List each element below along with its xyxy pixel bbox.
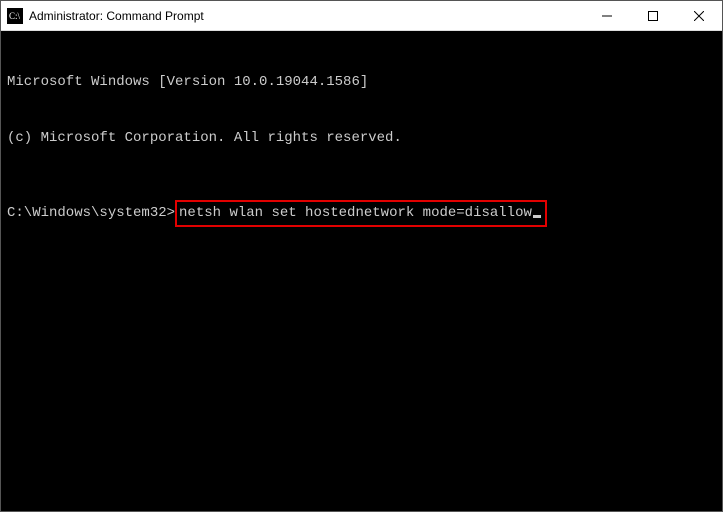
typed-command: netsh wlan set hostednetwork mode=disall… (179, 205, 532, 221)
prompt-path: C:\Windows\system32> (7, 204, 175, 223)
minimize-button[interactable] (584, 1, 630, 30)
close-button[interactable] (676, 1, 722, 30)
text-cursor (533, 215, 541, 218)
banner-line: Microsoft Windows [Version 10.0.19044.15… (7, 73, 716, 92)
maximize-button[interactable] (630, 1, 676, 30)
copyright-line: (c) Microsoft Corporation. All rights re… (7, 129, 716, 148)
window-controls (584, 1, 722, 30)
command-highlight-box: netsh wlan set hostednetwork mode=disall… (175, 200, 547, 227)
terminal-area[interactable]: Microsoft Windows [Version 10.0.19044.15… (1, 31, 722, 511)
prompt-line: C:\Windows\system32>netsh wlan set hoste… (7, 200, 716, 227)
titlebar[interactable]: C:\ Administrator: Command Prompt (1, 1, 722, 31)
svg-text:C:\: C:\ (9, 11, 21, 21)
window-title: Administrator: Command Prompt (29, 9, 584, 23)
cmd-icon: C:\ (7, 8, 23, 24)
